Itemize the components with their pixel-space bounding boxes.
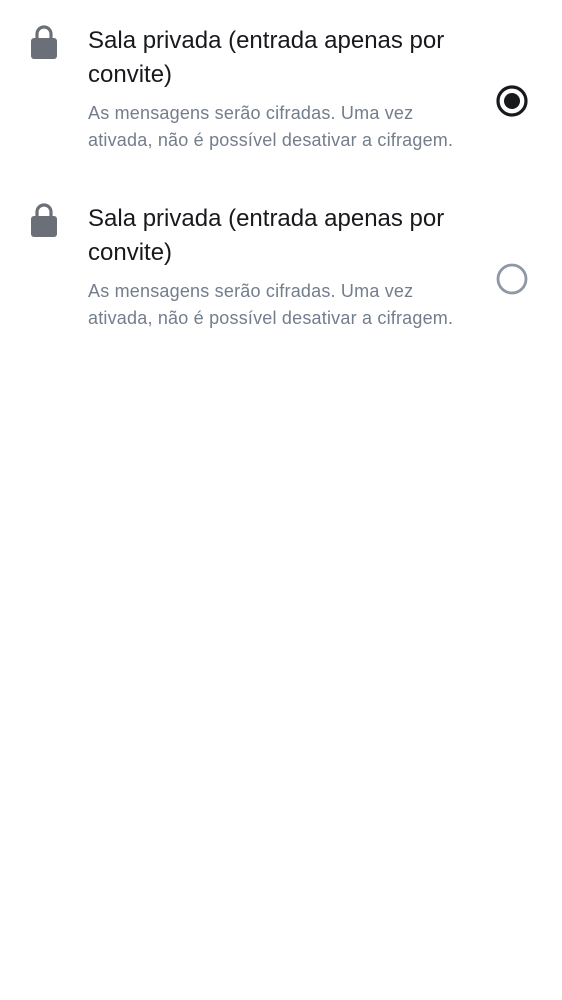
room-option-private-encrypted[interactable]: Sala privada (entrada apenas por convite… (0, 190, 562, 368)
lock-icon (30, 24, 58, 60)
option-description: As mensagens serão cifradas. Uma vez ati… (88, 103, 454, 150)
option-description: As mensagens serão cifradas. Uma vez ati… (88, 281, 454, 328)
option-title: Sala privada (entrada apenas por convite… (88, 27, 445, 88)
room-option-private-encrypted[interactable]: Sala privada (entrada apenas por convite… (0, 12, 562, 190)
lock-icon (30, 202, 58, 238)
radio-selected[interactable] (495, 84, 529, 118)
option-title: Sala privada (entrada apenas por convite… (88, 205, 445, 266)
radio-unselected[interactable] (495, 262, 529, 296)
